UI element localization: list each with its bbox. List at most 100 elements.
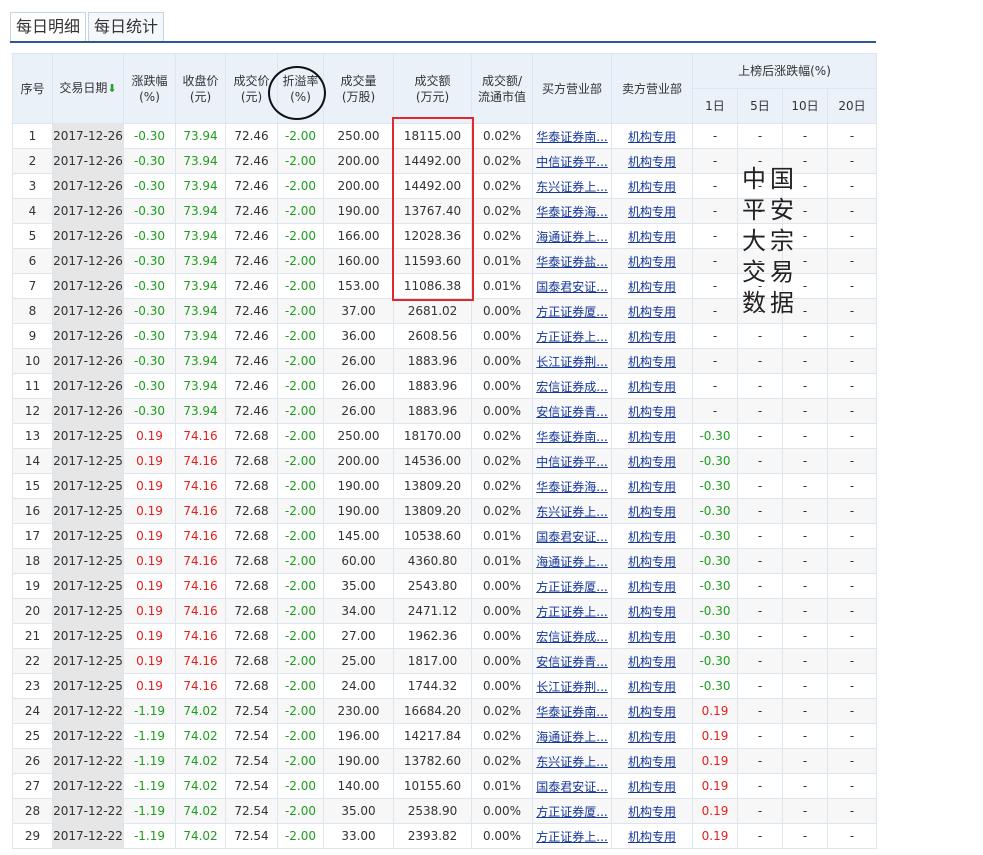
buyer-link[interactable]: 华泰证券南... xyxy=(536,705,607,719)
seller-link[interactable]: 机构专用 xyxy=(628,830,676,844)
seller-link[interactable]: 机构专用 xyxy=(628,680,676,694)
cell-seller[interactable]: 机构专用 xyxy=(611,273,693,299)
seller-link[interactable]: 机构专用 xyxy=(628,330,676,344)
cell-seller[interactable]: 机构专用 xyxy=(611,748,693,774)
seller-link[interactable]: 机构专用 xyxy=(628,730,676,744)
buyer-link[interactable]: 方正证券厦... xyxy=(536,805,607,819)
cell-buyer[interactable]: 国泰君安证... xyxy=(532,273,612,299)
cell-buyer[interactable]: 国泰君安证... xyxy=(532,523,612,549)
seller-link[interactable]: 机构专用 xyxy=(628,355,676,369)
cell-seller[interactable]: 机构专用 xyxy=(611,548,693,574)
buyer-link[interactable]: 华泰证券海... xyxy=(536,205,607,219)
buyer-link[interactable]: 华泰证券南... xyxy=(536,430,607,444)
cell-buyer[interactable]: 长江证券荆... xyxy=(532,673,612,699)
buyer-link[interactable]: 方正证券上... xyxy=(536,830,607,844)
buyer-link[interactable]: 中信证券平... xyxy=(536,455,607,469)
cell-buyer[interactable]: 华泰证券南... xyxy=(532,698,612,724)
cell-seller[interactable]: 机构专用 xyxy=(611,823,693,849)
buyer-link[interactable]: 华泰证券南... xyxy=(536,130,607,144)
cell-seller[interactable]: 机构专用 xyxy=(611,773,693,799)
seller-link[interactable]: 机构专用 xyxy=(628,180,676,194)
seller-link[interactable]: 机构专用 xyxy=(628,380,676,394)
cell-buyer[interactable]: 宏信证券成... xyxy=(532,623,612,649)
seller-link[interactable]: 机构专用 xyxy=(628,430,676,444)
buyer-link[interactable]: 方正证券厦... xyxy=(536,305,607,319)
seller-link[interactable]: 机构专用 xyxy=(628,555,676,569)
buyer-link[interactable]: 华泰证券海... xyxy=(536,480,607,494)
cell-buyer[interactable]: 东兴证券上... xyxy=(532,748,612,774)
seller-link[interactable]: 机构专用 xyxy=(628,530,676,544)
buyer-link[interactable]: 宏信证券成... xyxy=(536,630,607,644)
seller-link[interactable]: 机构专用 xyxy=(628,705,676,719)
buyer-link[interactable]: 东兴证券上... xyxy=(536,180,607,194)
cell-seller[interactable]: 机构专用 xyxy=(611,448,693,474)
buyer-link[interactable]: 国泰君安证... xyxy=(536,780,607,794)
buyer-link[interactable]: 方正证券上... xyxy=(536,605,607,619)
tab-daily-detail[interactable]: 每日明细 xyxy=(10,12,87,42)
cell-buyer[interactable]: 东兴证券上... xyxy=(532,173,612,199)
seller-link[interactable]: 机构专用 xyxy=(628,505,676,519)
seller-link[interactable]: 机构专用 xyxy=(628,205,676,219)
buyer-link[interactable]: 国泰君安证... xyxy=(536,280,607,294)
seller-link[interactable]: 机构专用 xyxy=(628,255,676,269)
cell-buyer[interactable]: 长江证券荆... xyxy=(532,348,612,374)
seller-link[interactable]: 机构专用 xyxy=(628,480,676,494)
seller-link[interactable]: 机构专用 xyxy=(628,605,676,619)
cell-seller[interactable]: 机构专用 xyxy=(611,623,693,649)
buyer-link[interactable]: 安信证券青... xyxy=(536,405,607,419)
cell-seller[interactable]: 机构专用 xyxy=(611,648,693,674)
cell-seller[interactable]: 机构专用 xyxy=(611,348,693,374)
cell-buyer[interactable]: 华泰证券南... xyxy=(532,423,612,449)
seller-link[interactable]: 机构专用 xyxy=(628,230,676,244)
cell-seller[interactable]: 机构专用 xyxy=(611,123,693,149)
buyer-link[interactable]: 东兴证券上... xyxy=(536,755,607,769)
cell-buyer[interactable]: 华泰证券南... xyxy=(532,123,612,149)
buyer-link[interactable]: 长江证券荆... xyxy=(536,355,607,369)
cell-buyer[interactable]: 中信证券平... xyxy=(532,148,612,174)
cell-seller[interactable]: 机构专用 xyxy=(611,673,693,699)
col-date[interactable]: 交易日期⬇ xyxy=(52,53,124,124)
buyer-link[interactable]: 方正证券厦... xyxy=(536,580,607,594)
cell-buyer[interactable]: 方正证券上... xyxy=(532,323,612,349)
buyer-link[interactable]: 方正证券上... xyxy=(536,330,607,344)
seller-link[interactable]: 机构专用 xyxy=(628,455,676,469)
cell-buyer[interactable]: 海通证券上... xyxy=(532,548,612,574)
seller-link[interactable]: 机构专用 xyxy=(628,155,676,169)
cell-seller[interactable]: 机构专用 xyxy=(611,698,693,724)
cell-buyer[interactable]: 国泰君安证... xyxy=(532,773,612,799)
seller-link[interactable]: 机构专用 xyxy=(628,405,676,419)
buyer-link[interactable]: 海通证券上... xyxy=(536,555,607,569)
cell-buyer[interactable]: 宏信证券成... xyxy=(532,373,612,399)
cell-buyer[interactable]: 华泰证券海... xyxy=(532,473,612,499)
cell-seller[interactable]: 机构专用 xyxy=(611,473,693,499)
buyer-link[interactable]: 东兴证券上... xyxy=(536,505,607,519)
cell-seller[interactable]: 机构专用 xyxy=(611,148,693,174)
cell-seller[interactable]: 机构专用 xyxy=(611,373,693,399)
cell-seller[interactable]: 机构专用 xyxy=(611,798,693,824)
cell-seller[interactable]: 机构专用 xyxy=(611,223,693,249)
seller-link[interactable]: 机构专用 xyxy=(628,305,676,319)
cell-buyer[interactable]: 安信证券青... xyxy=(532,648,612,674)
buyer-link[interactable]: 安信证券青... xyxy=(536,655,607,669)
cell-buyer[interactable]: 方正证券厦... xyxy=(532,573,612,599)
cell-seller[interactable]: 机构专用 xyxy=(611,298,693,324)
cell-seller[interactable]: 机构专用 xyxy=(611,323,693,349)
cell-seller[interactable]: 机构专用 xyxy=(611,248,693,274)
tab-daily-stats[interactable]: 每日统计 xyxy=(88,12,165,42)
cell-buyer[interactable]: 华泰证券盐... xyxy=(532,248,612,274)
buyer-link[interactable]: 海通证券上... xyxy=(536,730,607,744)
cell-buyer[interactable]: 方正证券厦... xyxy=(532,298,612,324)
seller-link[interactable]: 机构专用 xyxy=(628,780,676,794)
cell-seller[interactable]: 机构专用 xyxy=(611,523,693,549)
cell-buyer[interactable]: 海通证券上... xyxy=(532,723,612,749)
cell-seller[interactable]: 机构专用 xyxy=(611,498,693,524)
seller-link[interactable]: 机构专用 xyxy=(628,805,676,819)
cell-seller[interactable]: 机构专用 xyxy=(611,198,693,224)
cell-buyer[interactable]: 方正证券厦... xyxy=(532,798,612,824)
cell-buyer[interactable]: 方正证券上... xyxy=(532,598,612,624)
cell-buyer[interactable]: 东兴证券上... xyxy=(532,498,612,524)
seller-link[interactable]: 机构专用 xyxy=(628,655,676,669)
seller-link[interactable]: 机构专用 xyxy=(628,755,676,769)
cell-seller[interactable]: 机构专用 xyxy=(611,723,693,749)
cell-buyer[interactable]: 中信证券平... xyxy=(532,448,612,474)
